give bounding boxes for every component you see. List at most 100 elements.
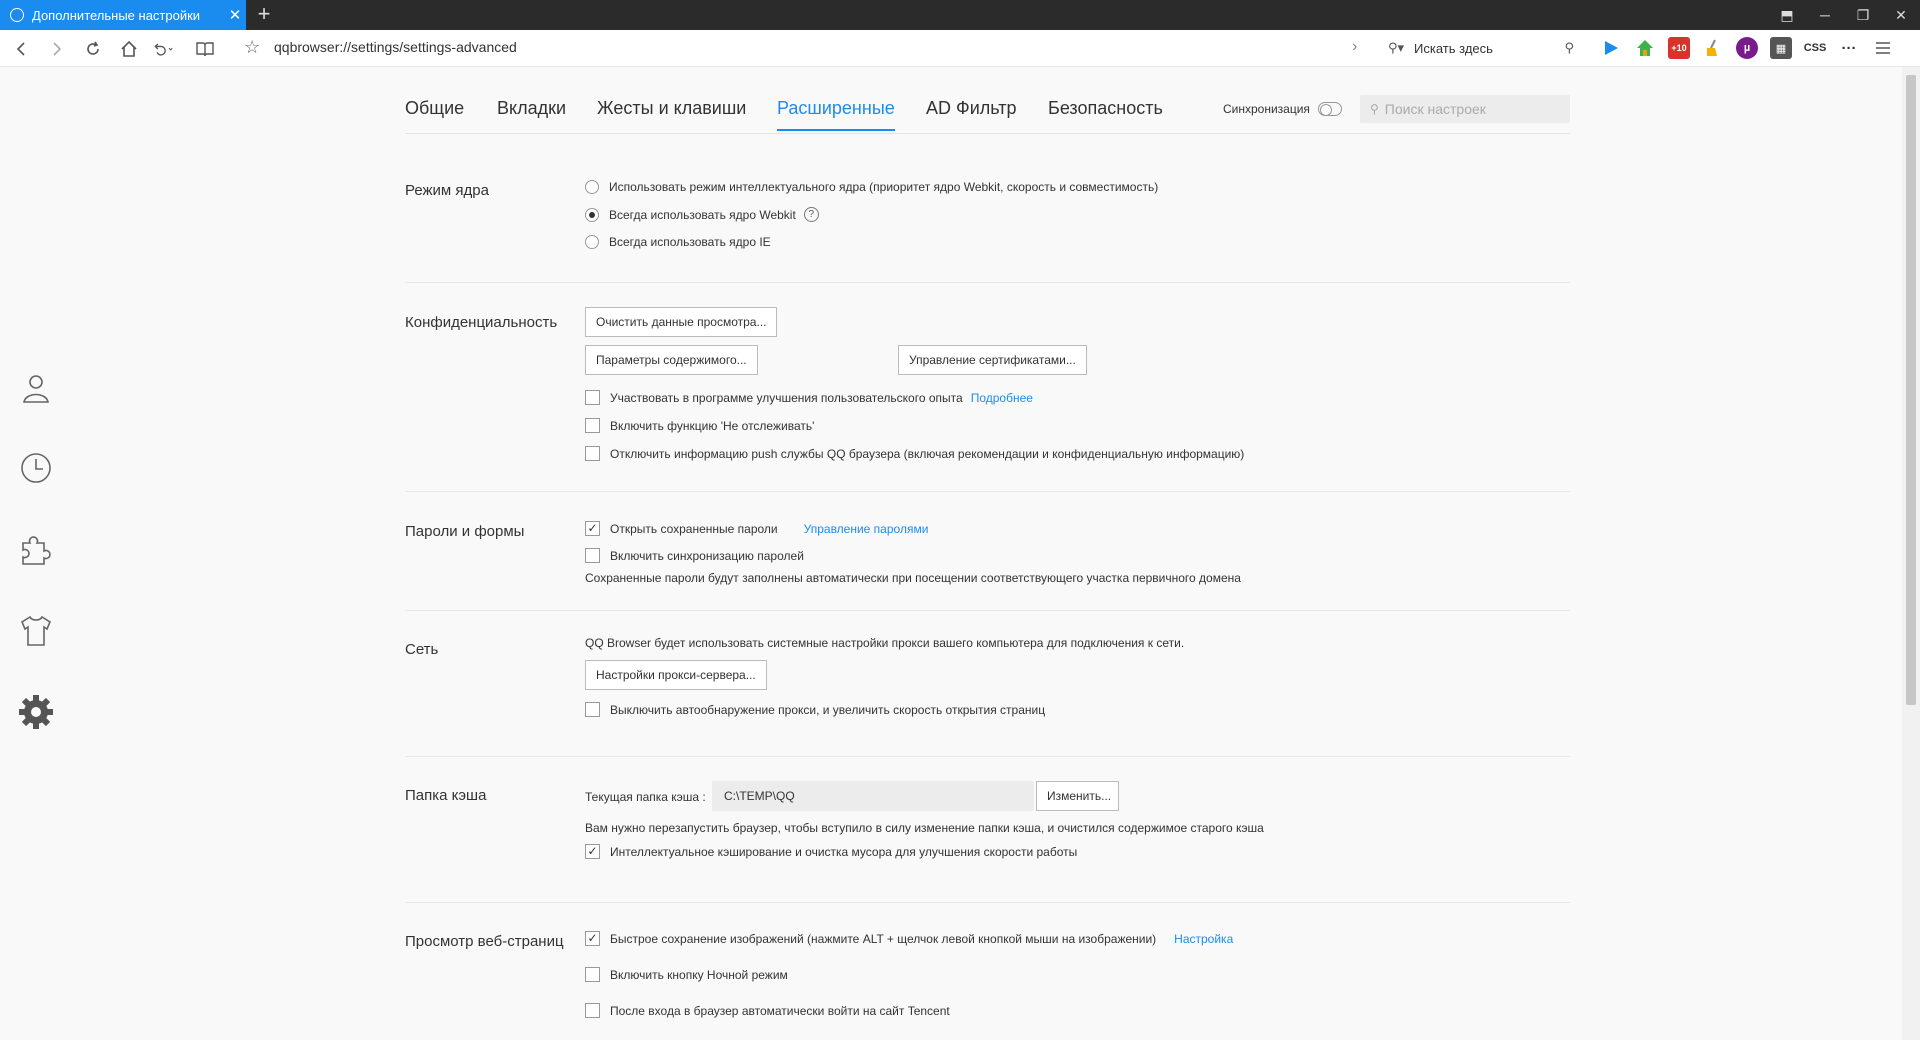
quick-save-images-checkbox[interactable]: ✓ Быстрое сохранение изображений (нажмит… [585,931,1233,946]
change-cache-folder-button[interactable]: Изменить... [1036,781,1119,811]
checkbox-label: Открыть сохраненные пароли [610,521,778,536]
address-bar: ☆ qqbrowser://settings/settings-advanced… [0,30,1920,67]
section-cache-folder: Папка кэша Текущая папка кэша : C:\TEMP\… [405,757,1570,903]
checkbox-label: Включить синхронизацию паролей [610,548,804,563]
content-settings-button[interactable]: Параметры содержимого... [585,345,758,375]
search-engine-icon[interactable]: ⚲▾ [1388,40,1404,56]
settings-search-placeholder: Поиск настроек [1384,101,1486,117]
kernel-option-ie[interactable]: Всегда использовать ядро IE [585,235,771,249]
kernel-option-smart[interactable]: Использовать режим интеллектуального ядр… [585,180,1158,194]
play-extension-icon[interactable] [1600,37,1622,59]
plus10-extension-icon[interactable]: +10 [1668,37,1690,59]
section-title: Режим ядра [405,182,489,199]
hamburger-menu-icon[interactable] [1872,37,1894,59]
checkbox[interactable] [585,418,600,433]
section-title: Пароли и формы [405,523,525,540]
disable-push-checkbox[interactable]: Отключить информацию push службы QQ брау… [585,446,1244,461]
saved-passwords-checkbox[interactable]: ✓ Открыть сохраненные пароли Управление … [585,521,928,536]
checkbox-checked[interactable]: ✓ [585,521,600,536]
tab-general[interactable]: Общие [405,98,464,129]
do-not-track-checkbox[interactable]: Включить функцию 'Не отслеживать' [585,418,814,433]
option-label: Всегда использовать ядро IE [609,235,771,249]
address-search-box[interactable]: ⚲▾ Искать здесь ⚲ [1388,36,1574,60]
checkbox[interactable] [585,548,600,563]
skins-icon[interactable] [18,613,54,649]
tab-advanced[interactable]: Расширенные [777,98,895,131]
forward-icon[interactable] [46,38,68,60]
checkbox[interactable] [585,702,600,717]
account-icon[interactable] [18,370,54,406]
clear-browsing-data-button[interactable]: Очистить данные просмотра... [585,307,778,337]
history-icon[interactable] [18,450,54,486]
manage-passwords-link[interactable]: Управление паролями [804,522,929,536]
reading-mode-icon[interactable] [194,38,216,60]
help-icon[interactable]: ? [803,207,819,222]
cache-path-field: C:\TEMP\QQ [712,781,1034,811]
broom-extension-icon[interactable] [1702,37,1724,59]
option-label: Использовать режим интеллектуального ядр… [609,180,1159,194]
checkbox[interactable] [585,446,600,461]
minimize-button[interactable]: ─ [1806,0,1844,30]
passwords-note: Сохраненные пароли будут заполнены автом… [585,571,1241,585]
password-sync-checkbox[interactable]: Включить синхронизацию паролей [585,548,804,563]
extensions-icon[interactable] [18,531,54,567]
quick-save-settings-link[interactable]: Настройка [1174,932,1233,946]
tencent-autologin-checkbox[interactable]: После входа в браузер автоматически войт… [585,1003,950,1018]
proxy-settings-button[interactable]: Настройки прокси-сервера... [585,660,767,690]
home-extension-icon[interactable] [1634,37,1656,59]
bookmark-star-icon[interactable]: ☆ [244,37,260,58]
gallery-extension-icon[interactable]: ▦ [1770,37,1792,59]
night-mode-button-checkbox[interactable]: Включить кнопку Ночной режим [585,967,788,982]
ux-program-checkbox[interactable]: Участвовать в программе улучшения пользо… [585,390,1033,405]
checkbox[interactable] [585,967,600,982]
tab-tabs[interactable]: Вкладки [497,98,566,129]
url-text[interactable]: qqbrowser://settings/settings-advanced [274,39,517,55]
utorrent-extension-icon[interactable]: µ [1736,37,1758,59]
scrollbar-thumb[interactable] [1906,75,1916,705]
radio-button[interactable] [585,180,599,194]
sync-toggle[interactable] [1317,102,1342,116]
kernel-option-webkit[interactable]: Всегда использовать ядро Webkit ? [585,207,819,222]
option-label: Всегда использовать ядро Webkit [609,207,796,222]
checkbox-checked[interactable]: ✓ [585,844,600,859]
tab-close-icon[interactable]: ✕ [224,6,246,24]
sync-control: Синхронизация [1223,102,1342,116]
undo-close-tab-icon[interactable] [152,38,174,60]
checkbox-label: Отключить информацию push службы QQ брау… [610,446,1245,461]
reload-icon[interactable] [82,38,104,60]
clip-icon[interactable]: ⬒ [1768,0,1806,30]
extensions-bar: +10 µ ▦ CSS ··· [1600,37,1894,59]
url-go-icon[interactable]: › [1352,38,1357,56]
settings-search-input[interactable]: ⚲ Поиск настроек [1360,95,1570,123]
checkbox[interactable] [585,1003,600,1018]
checkbox[interactable] [585,390,600,405]
search-icon: ⚲ [1370,102,1379,116]
browser-tab-active[interactable]: Дополнительные настройки ✕ [0,0,246,30]
tab-ad-filter[interactable]: AD Фильтр [926,98,1016,129]
new-tab-button[interactable]: + [252,3,276,27]
checkbox-label: Интеллектуальное кэширование и очистка м… [610,844,1078,859]
tab-gestures[interactable]: Жесты и клавиши [597,98,746,129]
tab-security[interactable]: Безопасность [1048,98,1163,129]
home-icon[interactable] [118,38,140,60]
manage-certificates-button[interactable]: Управление сертификатами... [898,345,1087,375]
search-icon[interactable]: ⚲ [1564,40,1574,56]
more-info-link[interactable]: Подробнее [971,391,1033,405]
close-window-button[interactable]: ✕ [1882,0,1920,30]
cache-note: Вам нужно перезапустить браузер, чтобы в… [585,821,1264,835]
restore-button[interactable]: ❐ [1844,0,1882,30]
smart-cache-checkbox[interactable]: ✓ Интеллектуальное кэширование и очистка… [585,844,1077,859]
checkbox-label: Быстрое сохранение изображений (нажмите … [610,931,1157,946]
qq-favicon-icon [10,8,24,22]
back-icon[interactable] [10,38,32,60]
checkbox-label: Включить кнопку Ночной режим [610,967,788,982]
more-menu-icon[interactable]: ··· [1838,37,1860,59]
disable-proxy-autodetect-checkbox[interactable]: Выключить автообнаружение прокси, и увел… [585,702,1045,717]
page-scrollbar[interactable] [1902,67,1920,1040]
window-controls: ⬒ ─ ❐ ✕ [1768,0,1920,30]
radio-button-selected[interactable] [585,207,599,222]
css-extension-icon[interactable]: CSS [1804,37,1827,59]
radio-button[interactable] [585,235,599,249]
settings-gear-icon[interactable] [18,694,54,730]
checkbox-checked[interactable]: ✓ [585,931,600,946]
